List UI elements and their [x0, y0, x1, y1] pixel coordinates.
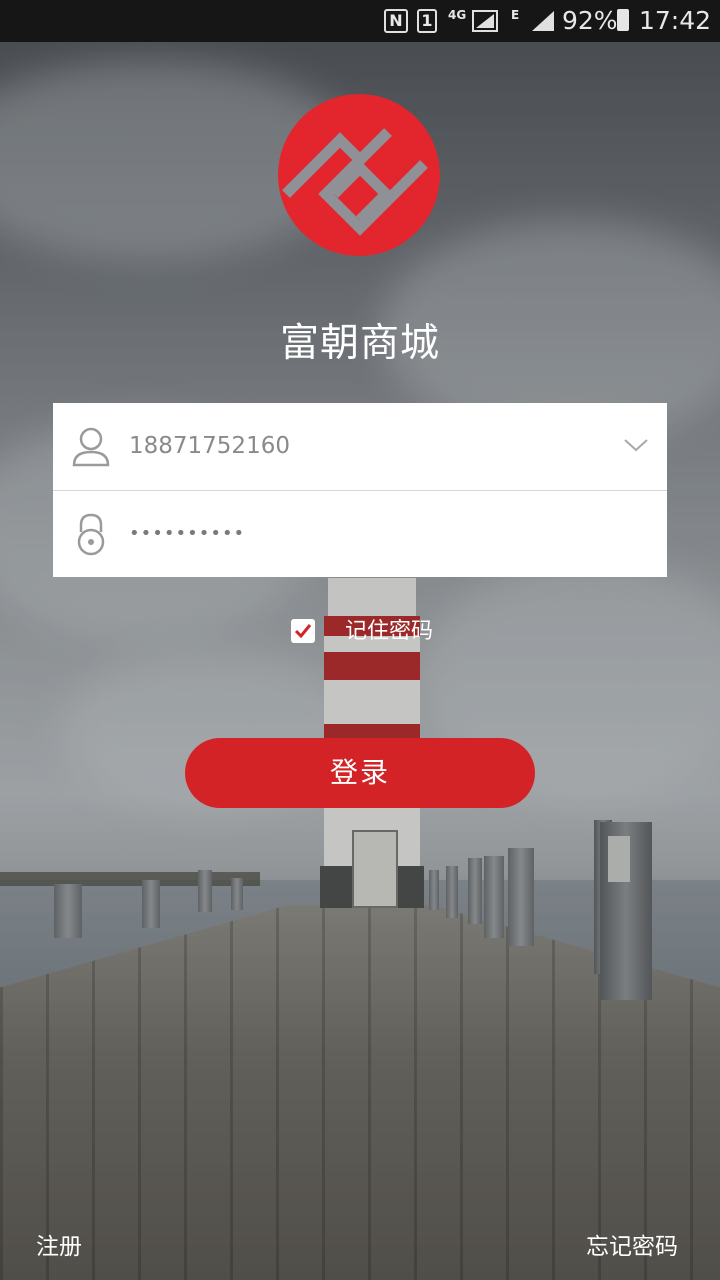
- remember-password-label: 记住密码: [345, 619, 434, 644]
- login-button[interactable]: 登录: [185, 738, 535, 808]
- battery-icon: [617, 9, 629, 31]
- signal-strength-icon: [472, 10, 498, 32]
- status-bar: N 1 4G E 92% 17:42: [0, 0, 720, 42]
- user-icon: [72, 427, 110, 467]
- app-title: 富朝商城: [279, 321, 440, 366]
- password-input[interactable]: ••••••••••: [129, 490, 609, 577]
- username-input[interactable]: [129, 403, 609, 490]
- fuchao-logo-icon: [278, 94, 440, 256]
- login-form: ••••••••••: [53, 403, 667, 577]
- remember-checkbox[interactable]: [291, 619, 315, 643]
- clock: 17:42: [639, 6, 712, 35]
- nfc-icon: N: [384, 9, 408, 33]
- username-row: [53, 403, 667, 491]
- chevron-down-icon[interactable]: [623, 435, 649, 455]
- lock-icon: [77, 513, 105, 556]
- network-e-label: E: [511, 8, 520, 22]
- checkmark-icon: [294, 624, 312, 639]
- sim-slot-icon: 1: [417, 9, 437, 33]
- register-link[interactable]: 注册: [36, 1232, 82, 1262]
- password-row: ••••••••••: [53, 490, 667, 577]
- battery-percent: 92%: [562, 6, 618, 35]
- network-4g-label: 4G: [448, 8, 467, 22]
- forgot-password-link[interactable]: 忘记密码: [586, 1232, 678, 1262]
- signal-bars-icon: [532, 11, 554, 31]
